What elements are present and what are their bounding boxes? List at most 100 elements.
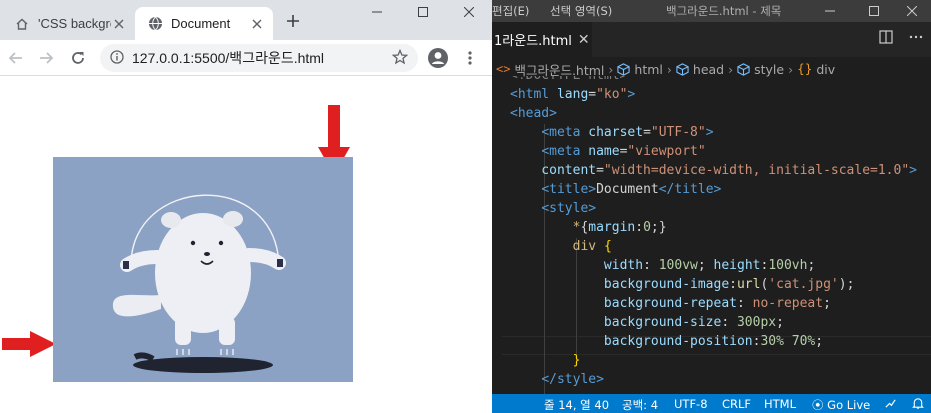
forward-button[interactable] (34, 46, 58, 70)
vscode-minimize-button[interactable] (810, 2, 850, 20)
vscode-titlebar: 편집(E) 선택 영역(S) 백그라운드.html - 제목 (492, 0, 931, 22)
new-tab-button[interactable] (282, 10, 304, 32)
code-token: 'cat.jpg' (768, 277, 839, 292)
close-icon (907, 6, 917, 16)
feedback-icon[interactable] (884, 397, 897, 413)
info-icon[interactable] (110, 49, 124, 68)
close-icon (464, 7, 474, 17)
breadcrumb-item-div[interactable]: div (816, 62, 835, 77)
code-line: background-position:30% 70%; (510, 332, 823, 351)
chevron-right-icon: › (728, 61, 734, 77)
address-url: 127.0.0.1:5500/백그라운드.html (132, 50, 325, 66)
close-icon[interactable]: ✕ (578, 32, 590, 48)
code-token: : (729, 277, 737, 292)
broadcast-icon: ⦿ (812, 398, 824, 412)
code-token: > (909, 163, 917, 178)
maximize-button[interactable] (400, 0, 446, 24)
code-token: ;} (650, 220, 667, 235)
bookmark-star-icon[interactable] (391, 48, 409, 69)
code-token: ; (776, 315, 784, 330)
breadcrumb-item-html[interactable]: html (634, 62, 662, 77)
code-token: 300px (736, 315, 777, 330)
code-token: <!DOCTYPE html> (510, 76, 627, 83)
code-token: </title> (658, 182, 722, 197)
menu-edit[interactable]: 편집(E) (492, 3, 529, 19)
code-line: <title>Document</title> (510, 180, 721, 199)
home-icon (14, 16, 30, 32)
code-editor[interactable]: <!DOCTYPE html> <html lang="ko"><head> <m… (492, 76, 931, 394)
avatar-icon (428, 48, 448, 68)
code-token: <html (510, 87, 550, 102)
browser-tab-document[interactable]: Document (135, 7, 273, 40)
status-indentation[interactable]: 공백: 4 (622, 397, 658, 413)
vscode-maximize-button[interactable] (854, 2, 894, 20)
code-line: background-repeat: no-repeat; (510, 294, 831, 313)
address-bar[interactable]: 127.0.0.1:5500/백그라운드.html (100, 44, 418, 72)
status-eol[interactable]: CRLF (722, 397, 751, 411)
code-token: <meta (541, 144, 581, 159)
code-token: 70% (791, 334, 816, 349)
code-line: <head> (510, 104, 557, 123)
code-token: : (643, 258, 659, 273)
cat-background-image (53, 157, 353, 382)
status-cursor-position[interactable]: 줄 14, 열 40 (544, 397, 609, 413)
tab-title: Document (171, 16, 231, 31)
minimize-icon (825, 10, 835, 12)
code-line: div { (510, 237, 612, 256)
close-icon[interactable] (111, 16, 127, 32)
code-token: ; (807, 258, 816, 273)
code-token: <meta (541, 125, 581, 140)
more-actions-icon[interactable] (909, 30, 923, 48)
browser-tab-css-background[interactable]: 'CSS backgro (0, 7, 135, 40)
code-token: </style> (541, 372, 604, 387)
close-window-button[interactable] (446, 0, 492, 24)
notifications-bell-icon[interactable] (912, 397, 924, 413)
status-language[interactable]: HTML (764, 397, 796, 411)
minimize-button[interactable] (354, 0, 400, 24)
split-editor-icon[interactable] (879, 30, 893, 48)
code-token: : (736, 296, 753, 311)
breadcrumb-item-style[interactable]: style (754, 62, 784, 77)
code-token: : (721, 315, 737, 330)
vscode-close-button[interactable] (892, 2, 931, 20)
breadcrumb-item-head[interactable]: head (693, 62, 724, 77)
cube-icon (617, 62, 631, 76)
code-token: { (603, 239, 612, 254)
globe-icon (147, 16, 163, 32)
code-line: <style> (510, 199, 596, 218)
code-token: charset (580, 125, 644, 140)
profile-button[interactable] (426, 46, 450, 70)
code-line: <meta name="viewport" (510, 142, 705, 161)
code-token: <style> (541, 201, 597, 216)
code-token: } (572, 353, 581, 368)
browser-toolbar: 127.0.0.1:5500/백그라운드.html (0, 40, 492, 76)
html-file-icon: <> (496, 62, 511, 76)
editor-tab-background-html[interactable]: 1라운드.html ✕ (492, 22, 592, 57)
code-line: background-size: 300px; (510, 313, 784, 332)
tab-title: 'CSS backgro (38, 16, 111, 31)
code-token: "ko" (596, 87, 628, 102)
code-line: <html lang="ko"> (510, 85, 635, 104)
status-encoding[interactable]: UTF-8 (674, 397, 708, 411)
code-line: } (510, 351, 581, 370)
code-token: height (713, 258, 761, 273)
back-button[interactable] (4, 46, 28, 70)
menu-selection[interactable]: 선택 영역(S) (550, 3, 612, 19)
reload-button[interactable] (66, 46, 90, 70)
menu-button[interactable] (458, 46, 482, 70)
code-token: width (603, 258, 644, 273)
code-token: 30% (760, 334, 784, 349)
close-icon[interactable] (249, 16, 265, 32)
browser-tab-strip: 'CSS backgro Document (0, 0, 492, 40)
code-token: content (510, 163, 597, 178)
code-token: no-repeat (752, 296, 824, 311)
go-live-button[interactable]: ⦿ Go Live (812, 397, 870, 413)
